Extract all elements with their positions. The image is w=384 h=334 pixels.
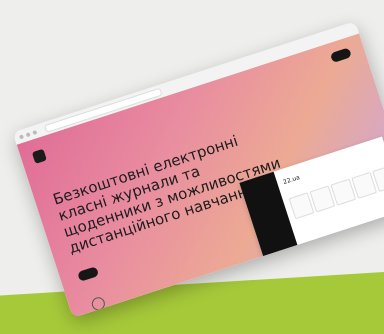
window-dot-icon	[25, 131, 31, 137]
browser-window: Безкоштовні електронні класні журнали та…	[12, 21, 384, 318]
top-navigation	[164, 101, 198, 112]
header-cta-button[interactable]	[329, 47, 352, 64]
dashboard-title: 22.ua	[282, 174, 301, 187]
site-logo[interactable]	[31, 148, 47, 164]
window-dot-icon	[18, 133, 24, 139]
hero-primary-button[interactable]	[77, 266, 100, 282]
dashboard-sidebar	[239, 171, 300, 264]
green-wave-background	[0, 272, 384, 334]
window-dot-icon	[32, 129, 38, 135]
